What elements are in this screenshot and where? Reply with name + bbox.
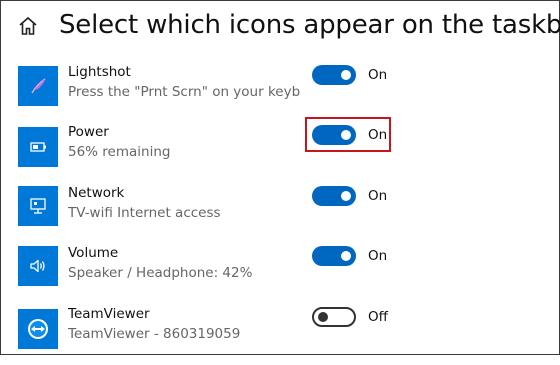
- toggle-knob: [318, 312, 328, 322]
- app-tile: [18, 127, 58, 167]
- list-item-network: Network TV-wifi Internet access On: [1, 184, 559, 244]
- highlight-box: [305, 117, 391, 152]
- app-name: Network: [68, 185, 125, 201]
- app-name: TeamViewer: [68, 306, 150, 322]
- toggle-knob: [341, 70, 351, 80]
- app-name: Volume: [68, 245, 119, 261]
- toggle-knob: [341, 191, 351, 201]
- toggle-knob: [341, 251, 351, 261]
- list-item-teamviewer: TeamViewer TeamViewer - 860319059 Off: [1, 305, 559, 365]
- list-item-power: Power 56% remaining On: [1, 123, 559, 183]
- app-tile: [18, 66, 58, 106]
- toggle-state-label: On: [368, 188, 388, 204]
- app-name: Lightshot: [68, 64, 131, 80]
- speaker-icon: [30, 259, 45, 273]
- app-description: Speaker / Headphone: 42%: [68, 265, 253, 281]
- app-tile: [18, 186, 58, 226]
- app-description: Press the "Prnt Scrn" on your keyboard: [68, 84, 300, 100]
- toggle-teamviewer[interactable]: [312, 307, 356, 327]
- toggle-state-label: On: [368, 248, 388, 264]
- feather-icon: [31, 78, 46, 94]
- list-item-lightshot: Lightshot Press the "Prnt Scrn" on your …: [1, 63, 559, 123]
- toggle-volume[interactable]: [312, 246, 356, 266]
- list-item-volume: Volume Speaker / Headphone: 42% On: [1, 244, 559, 304]
- home-icon[interactable]: [17, 15, 39, 37]
- app-description: TV-wifi Internet access: [68, 205, 221, 221]
- toggle-network[interactable]: [312, 186, 356, 206]
- toggle-lightshot[interactable]: [312, 65, 356, 85]
- toggle-state-label: On: [368, 67, 388, 83]
- network-icon: [30, 198, 46, 214]
- app-tile: [18, 246, 58, 286]
- app-name: Power: [68, 124, 109, 140]
- teamviewer-icon: [28, 319, 48, 339]
- app-description: TeamViewer - 860319059: [68, 326, 241, 342]
- battery-icon: [30, 142, 46, 152]
- toggle-state-label: Off: [368, 309, 388, 325]
- header: Select which icons appear on the taskbar: [1, 1, 560, 51]
- app-description: 56% remaining: [68, 144, 171, 160]
- page-title: Select which icons appear on the taskbar: [59, 10, 560, 40]
- app-tile: [18, 309, 58, 349]
